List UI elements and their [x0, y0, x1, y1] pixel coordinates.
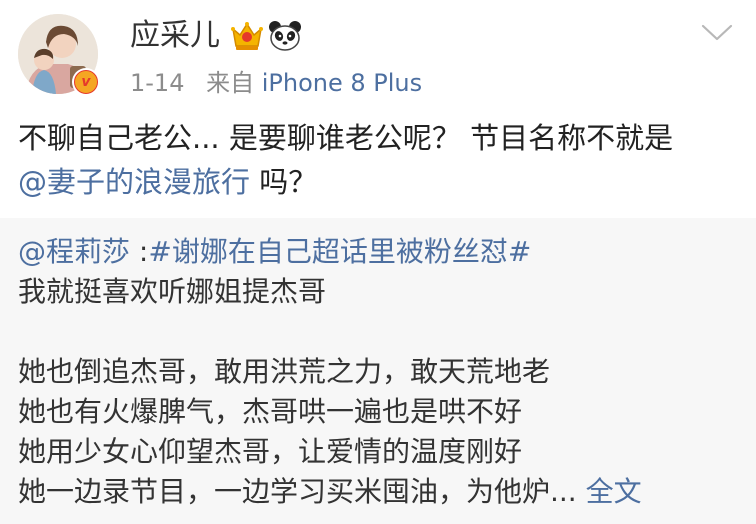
mention-link[interactable]: @妻子的浪漫旅行 — [18, 165, 250, 199]
read-more-link[interactable]: 全文 — [586, 475, 642, 508]
crown-icon[interactable] — [230, 20, 264, 52]
post-text-1: 不聊自己老公... 是要聊谁老公呢？ 节目名称不就是 — [18, 121, 674, 155]
post-meta: 1-14 来自 iPhone 8 Plus — [130, 66, 422, 100]
repost-line: 我就挺喜欢听娜姐提杰哥 — [18, 275, 327, 308]
repost-line: 她也有火爆脾气，杰哥哄一遍也是哄不好 — [18, 395, 523, 428]
post-time: 1-14 — [130, 69, 185, 97]
source-prefix: 来自 — [206, 69, 255, 97]
repost-last-line: 她一边录节目，一边学习买米囤油，为他炉... 全文 — [18, 472, 743, 512]
repost-line: 她用少女心仰望杰哥，让爱情的温度刚好 — [18, 435, 523, 468]
repost-separator: : — [130, 235, 149, 268]
repost-card[interactable]: @程莉莎 :#谢娜在自己超话里被粉丝怼# 我就挺喜欢听娜姐提杰哥 她也倒追杰哥，… — [0, 218, 756, 524]
chevron-down-icon[interactable] — [700, 22, 734, 44]
repost-truncated-text: 她一边录节目，一边学习买米囤油，为他炉... — [18, 475, 577, 508]
username[interactable]: 应采儿 — [130, 16, 220, 56]
post-text-2: 吗？ — [250, 165, 318, 199]
repost-line: 她也倒追杰哥，敢用洪荒之力，敢天荒地老 — [18, 355, 551, 388]
repost-body: @程莉莎 :#谢娜在自己超话里被粉丝怼# 我就挺喜欢听娜姐提杰哥 她也倒追杰哥，… — [18, 232, 743, 512]
panda-icon[interactable] — [268, 20, 302, 52]
repost-author-link[interactable]: @程莉莎 — [18, 235, 130, 268]
verified-v-icon: v — [74, 70, 98, 94]
topic-link[interactable]: #谢娜在自己超话里被粉丝怼# — [148, 235, 531, 268]
post-body: 不聊自己老公... 是要聊谁老公呢？ 节目名称不就是 @妻子的浪漫旅行 吗？ — [18, 116, 743, 204]
verified-badge: v — [72, 68, 100, 96]
post-source[interactable]: iPhone 8 Plus — [262, 69, 422, 97]
repost-header-line: @程莉莎 :#谢娜在自己超话里被粉丝怼# — [18, 232, 743, 272]
post-header: v 应采儿 1-14 来自 iPhone 8 Plus — [0, 0, 756, 110]
